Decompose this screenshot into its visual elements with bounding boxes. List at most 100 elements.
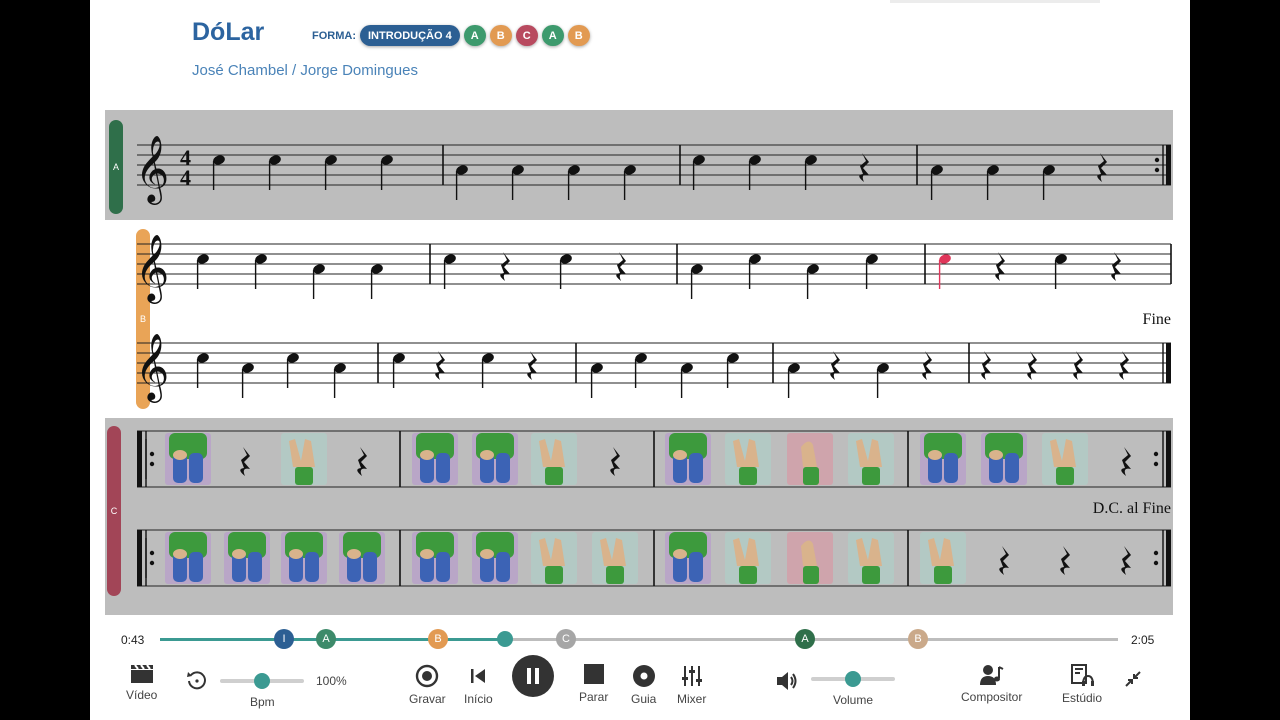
video-button[interactable]: Vídeo	[126, 662, 157, 702]
pause-button[interactable]	[512, 655, 554, 697]
score: A 𝄞 4 4 B 𝄞 𝄞 Fine C D.C. al Fine	[105, 110, 1173, 615]
staff-a: 𝄞 44	[135, 134, 1171, 205]
quarter-rest	[1097, 153, 1107, 182]
forma-pill-5[interactable]: B	[567, 25, 590, 46]
stop-label: Parar	[579, 690, 609, 704]
record-button[interactable]: Gravar	[409, 664, 446, 706]
forma-pill-1[interactable]: A	[463, 25, 486, 46]
pause-icon	[512, 655, 554, 697]
final-barline-thick	[1166, 431, 1171, 487]
volume-slider[interactable]	[811, 671, 895, 687]
guide-button[interactable]: Guia	[631, 664, 656, 706]
quarter-rest	[1121, 546, 1131, 575]
forma-pill-4[interactable]: A	[541, 25, 564, 46]
knee-pictogram-leg	[436, 453, 450, 483]
video-label: Vídeo	[126, 688, 158, 702]
clap-pictogram-sleeve	[606, 566, 624, 584]
treble-clef: 𝄞	[135, 134, 169, 205]
quarter-rest	[859, 153, 869, 182]
quarter-rest	[500, 252, 510, 281]
composer-button[interactable]: Compositor	[961, 664, 1022, 704]
final-barline-thick	[1166, 145, 1171, 185]
knee-pictogram-leg	[689, 552, 703, 582]
knee-pictogram-leg	[305, 552, 319, 582]
dc-al-fine-label: D.C. al Fine	[1092, 500, 1171, 517]
top-bar-shadow	[890, 0, 1100, 3]
knee-pictogram-leg	[189, 552, 203, 582]
clap-pictogram-sleeve	[862, 566, 880, 584]
song-title: DóLar	[192, 18, 265, 46]
quarter-rest	[981, 351, 991, 380]
quarter-rest	[616, 252, 626, 281]
bpm-label: Bpm	[250, 695, 275, 709]
forma-pill-2[interactable]: B	[489, 25, 512, 46]
treble-clef: 𝄞	[135, 233, 169, 304]
staff-c	[137, 430, 1171, 587]
bpm-slider[interactable]	[220, 673, 304, 689]
quarter-rest	[995, 252, 1005, 281]
forma-pill-0[interactable]: INTRODUÇÃO 4	[360, 25, 460, 46]
studio-icon	[1070, 663, 1095, 687]
repeat-dot	[1153, 560, 1159, 566]
reset-tempo-button[interactable]	[186, 669, 208, 691]
knee-pictogram-hand	[289, 549, 303, 559]
clap-pictogram-sleeve	[862, 467, 880, 485]
start-button[interactable]: Início	[464, 664, 493, 706]
mixer-label: Mixer	[677, 692, 707, 706]
progress-playhead[interactable]	[496, 631, 513, 647]
speaker-icon	[775, 670, 799, 692]
quarter-rest	[922, 351, 932, 380]
quarter-rest	[610, 447, 620, 476]
timeline-marker-3[interactable]: C	[556, 629, 576, 649]
quarter-rest	[240, 447, 250, 476]
knee-pictogram-hand	[347, 549, 361, 559]
repeat-dot	[149, 451, 155, 457]
timeline-marker-1[interactable]: A	[316, 629, 336, 649]
section-b: B 𝄞 𝄞 Fine	[105, 225, 1173, 415]
clap-pictogram-sleeve	[934, 566, 952, 584]
knee-pictogram-hand	[480, 450, 494, 460]
repeat-start-thick	[137, 431, 142, 487]
volume-slider-knob[interactable]	[845, 671, 861, 687]
elapsed-time: 0:43	[121, 633, 145, 647]
collapse-icon	[1124, 670, 1142, 688]
final-barline-thick	[1166, 530, 1171, 586]
knee-pictogram-leg	[689, 453, 703, 483]
clapperboard-icon	[129, 662, 155, 684]
timeline-marker-4[interactable]: A	[795, 629, 815, 649]
progress-track[interactable]	[160, 638, 1118, 641]
start-label: Início	[464, 692, 493, 706]
timeline-marker-2[interactable]: B	[428, 629, 448, 649]
volume-button[interactable]	[775, 670, 799, 692]
studio-button[interactable]: Estúdio	[1062, 663, 1102, 705]
quarter-rest	[1111, 252, 1121, 281]
record-label: Gravar	[409, 692, 446, 706]
forma-pill-3[interactable]: C	[515, 25, 538, 46]
player-bar: 0:43 IABCAB 2:05 Vídeo 100% Bpm Gravar I…	[90, 617, 1190, 720]
composer-label: Compositor	[961, 690, 1023, 704]
repeat-dot	[1153, 451, 1159, 457]
time-signature-bottom: 4	[180, 165, 191, 190]
collapse-button[interactable]	[1124, 670, 1142, 688]
repeat-dot	[1153, 461, 1159, 467]
forma-label: FORMA:	[312, 30, 356, 42]
clap-pictogram-sleeve	[295, 467, 313, 485]
stop-button[interactable]: Parar	[579, 662, 608, 704]
repeat-dot	[1154, 167, 1160, 173]
quarter-rest	[1073, 351, 1083, 380]
timeline-marker-0[interactable]: I	[274, 629, 294, 649]
section-a: A 𝄞 4 4	[105, 110, 1173, 220]
snap-pictogram-sleeve	[803, 467, 819, 485]
bpm-slider-knob[interactable]	[254, 673, 270, 689]
skip-back-icon	[466, 664, 490, 688]
guide-label: Guia	[631, 692, 657, 706]
mixer-button[interactable]: Mixer	[677, 664, 706, 706]
quarter-rest	[1060, 546, 1070, 575]
composer-icon	[979, 664, 1004, 686]
timeline-marker-5[interactable]: B	[908, 629, 928, 649]
mixer-icon	[680, 664, 704, 688]
studio-label: Estúdio	[1062, 691, 1103, 705]
quarter-rest	[1119, 351, 1129, 380]
reset-icon	[186, 669, 208, 691]
repeat-dot	[149, 461, 155, 467]
